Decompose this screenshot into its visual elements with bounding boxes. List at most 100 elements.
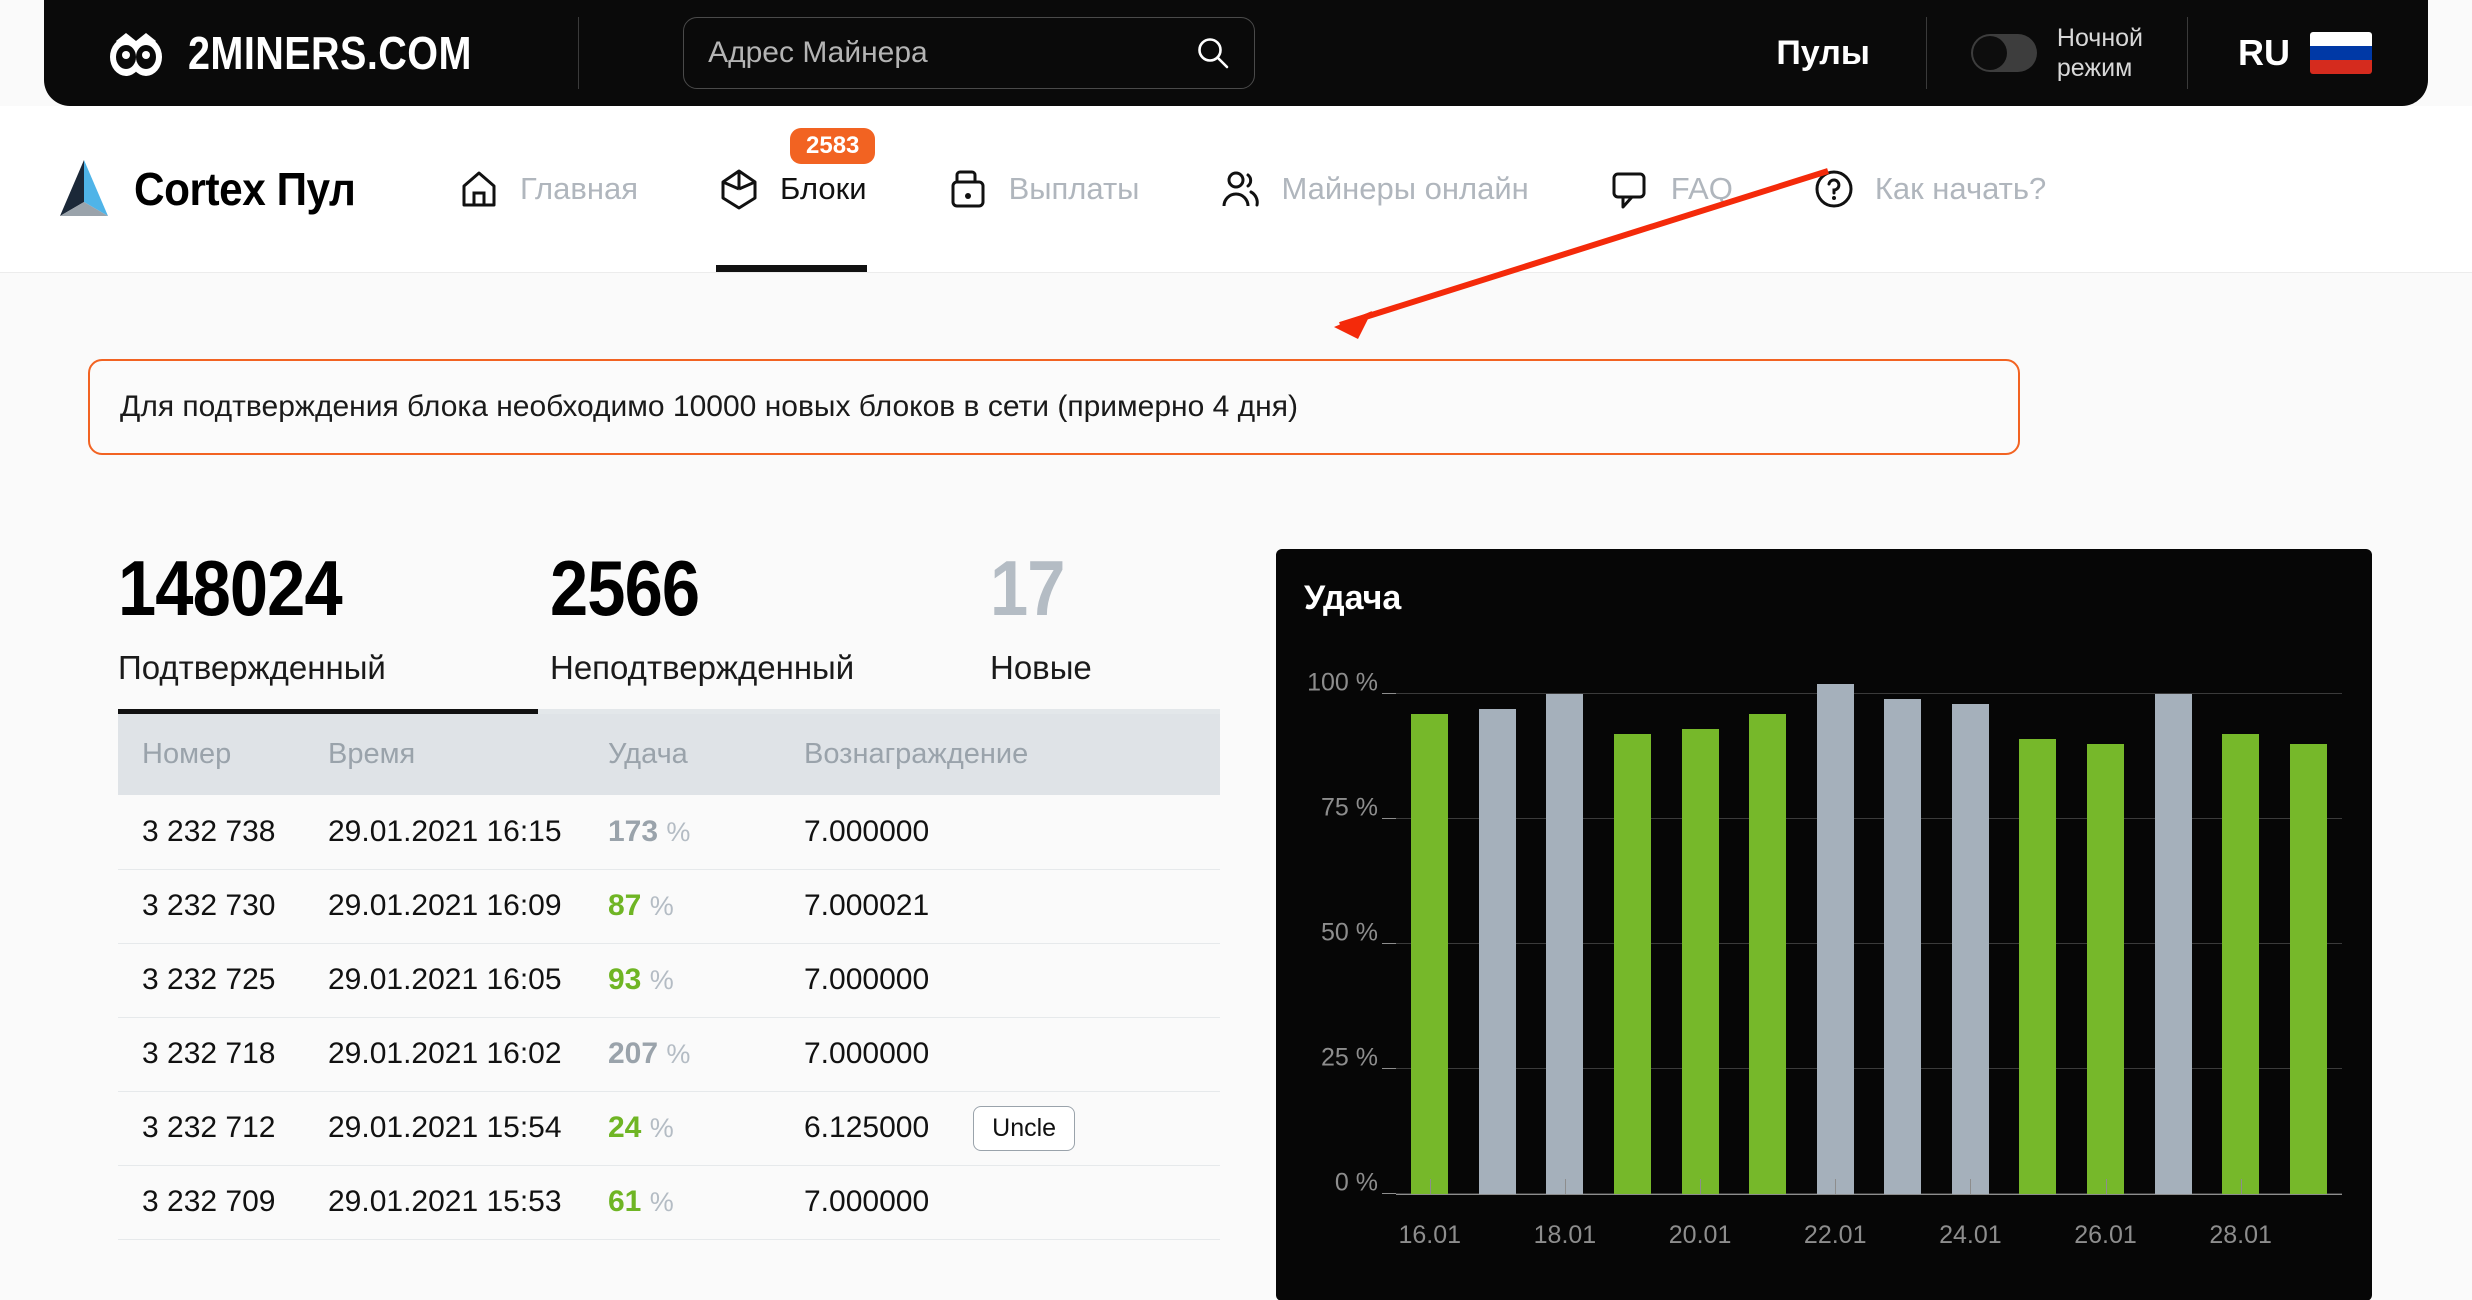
reward-value: 7.000000 [804, 814, 930, 848]
nav-item-payouts[interactable]: Выплаты [945, 106, 1139, 272]
table-row[interactable]: 3 232 738 29.01.2021 16:15 173 % 7.00000… [118, 795, 1220, 870]
reward-value: 7.000000 [804, 1037, 930, 1070]
nav-item-label: FAQ [1670, 171, 1733, 206]
chart-bar[interactable] [1411, 714, 1449, 1194]
nav-item-label: Как начать? [1874, 171, 2047, 206]
nav-items: Главная Блоки 2583 Выплаты Майнеры онлай… [456, 106, 2472, 272]
luck-unit: % [649, 1187, 674, 1217]
language-code: RU [2238, 32, 2290, 73]
column-header-number[interactable]: Номер [118, 714, 328, 795]
chart-bar[interactable] [2154, 694, 2192, 1194]
stat-new[interactable]: 17 Новые [990, 549, 1220, 687]
chart-bar[interactable] [1749, 714, 1787, 1194]
reward-value: 7.000000 [804, 963, 930, 996]
search-icon[interactable] [1196, 36, 1230, 70]
nav-item-miners-online[interactable]: Майнеры онлайн [1217, 106, 1529, 272]
chart-y-tick-mark [1382, 818, 1396, 819]
search-input[interactable] [708, 36, 1197, 70]
two-miners-logo-icon [106, 27, 166, 79]
nav-item-blocks[interactable]: Блоки 2583 [716, 106, 876, 272]
chart-bar-slot[interactable] [1869, 644, 1937, 1194]
stat-unconfirmed[interactable]: 2566 Неподтвержденный [550, 549, 990, 687]
content-area: Для подтверждения блока необходимо 10000… [0, 168, 2472, 1300]
night-mode-toggle[interactable] [1970, 34, 2037, 72]
table-row[interactable]: 3 232 718 29.01.2021 16:02 207 % 7.00000… [118, 1017, 1220, 1092]
chart-y-tick-label: 25 % [1321, 1043, 1378, 1071]
stat-label: Новые [990, 649, 1092, 686]
chart-y-tick-mark [1382, 1193, 1396, 1194]
users-icon [1217, 166, 1263, 212]
uncle-badge[interactable]: Uncle [973, 1105, 1076, 1151]
chat-icon [1607, 166, 1653, 212]
reward-value: 6.125000 [804, 1111, 930, 1144]
stat-confirmed[interactable]: 148024 Подтвержденный [118, 549, 550, 687]
chart-x-tick-label: 26.01 [2074, 1221, 2137, 1249]
chart-bar[interactable] [2289, 744, 2327, 1194]
chart-bar[interactable] [1816, 684, 1854, 1194]
chart-bar[interactable] [1614, 734, 1652, 1194]
cell-luck: 173 % [608, 795, 804, 870]
chart-bar-slot[interactable] [2207, 644, 2275, 1194]
column-header-reward[interactable]: Вознаграждение [804, 714, 1220, 795]
chart-bar-slot[interactable] [1666, 644, 1734, 1194]
nav-item-faq[interactable]: FAQ [1607, 106, 1733, 272]
chart-x-tick-label: 20.01 [1668, 1221, 1732, 1249]
cell-block-number: 3 232 730 [118, 869, 328, 944]
stat-value: 2566 [550, 544, 700, 632]
language-selector[interactable]: RU [2188, 32, 2372, 74]
stat-label: Неподтвержденный [550, 649, 855, 686]
chart-bar-slot[interactable] [2072, 644, 2140, 1194]
chart-bar-slot[interactable] [1599, 644, 1667, 1194]
confirmation-notice-text: Для подтверждения блока необходимо 10000… [120, 390, 1298, 423]
cell-luck: 207 % [608, 1017, 804, 1092]
chart-bar[interactable] [2222, 734, 2260, 1194]
chart-bar-slot[interactable] [1531, 644, 1599, 1194]
chart-bar-slot[interactable] [2139, 644, 2207, 1194]
cell-luck: 93 % [608, 943, 804, 1018]
chart-bar[interactable] [2087, 744, 2125, 1194]
chart-title: Удача [1304, 579, 1402, 617]
top-bar: 2MINERS.COM Пулы Ночной режим [44, 0, 2428, 106]
chart-bar-slot[interactable] [1801, 644, 1869, 1194]
brand-name: 2MINERS.COM [188, 27, 472, 79]
chart-bar-slot[interactable] [1464, 644, 1532, 1194]
column-header-luck[interactable]: Удача [608, 714, 804, 795]
nav-item-home[interactable]: Главная [456, 106, 638, 272]
pool-brand[interactable]: Cortex Пул [56, 158, 456, 220]
site-brand[interactable]: 2MINERS.COM [44, 26, 518, 80]
chart-bar[interactable] [1546, 694, 1584, 1194]
night-mode-control[interactable]: Ночной режим [1927, 23, 2187, 84]
search-box[interactable] [683, 17, 1256, 89]
cell-block-number: 3 232 738 [118, 795, 328, 870]
cell-time: 29.01.2021 15:54 [328, 1091, 608, 1166]
blocks-stats: 148024 Подтвержденный 2566 Неподтвержден… [118, 549, 1220, 687]
luck-chart-card: Удача 0 % 25 % 50 % 75 % 100 % 16.01 18.01 20.… [1276, 549, 2372, 1300]
cell-luck: 24 % [608, 1091, 804, 1166]
chart-bar[interactable] [1478, 709, 1516, 1194]
table-row[interactable]: 3 232 709 29.01.2021 15:53 61 % 7.000000 [118, 1165, 1220, 1240]
chart-bar-slot[interactable] [1937, 644, 2005, 1194]
chart-x-tick-mark [1970, 1179, 1972, 1195]
cell-luck: 61 % [608, 1165, 804, 1240]
chart-bar[interactable] [1951, 704, 1989, 1194]
nav-item-how-to-start[interactable]: Как начать? [1811, 106, 2046, 272]
column-header-time[interactable]: Время [328, 714, 608, 795]
chart-bar-slot[interactable] [1396, 644, 1464, 1194]
cell-time: 29.01.2021 16:05 [328, 943, 608, 1018]
table-row[interactable]: 3 232 725 29.01.2021 16:05 93 % 7.000000 [118, 943, 1220, 1018]
chart-bar-slot[interactable] [1734, 644, 1802, 1194]
luck-value: 87 [608, 889, 642, 922]
chart-bar-slot[interactable] [2275, 644, 2343, 1194]
table-row[interactable]: 3 232 730 29.01.2021 16:09 87 % 7.000021 [118, 869, 1220, 944]
chart-bar[interactable] [1884, 699, 1922, 1194]
chart-bar[interactable] [1681, 729, 1719, 1194]
chart-bar-slot[interactable] [2004, 644, 2072, 1194]
chart-bar[interactable] [2019, 739, 2057, 1194]
luck-unit: % [649, 965, 674, 995]
confirmation-notice-banner: Для подтверждения блока необходимо 10000… [88, 359, 2020, 455]
blocks-table: Номер Время Удача Вознаграждение 3 232 7… [118, 714, 1220, 1240]
top-bar-right: Пулы Ночной режим RU [1776, 17, 2428, 89]
table-row[interactable]: 3 232 712 29.01.2021 15:54 24 % 6.125000… [118, 1091, 1220, 1166]
pools-link[interactable]: Пулы [1776, 34, 1926, 73]
luck-unit: % [666, 816, 691, 847]
